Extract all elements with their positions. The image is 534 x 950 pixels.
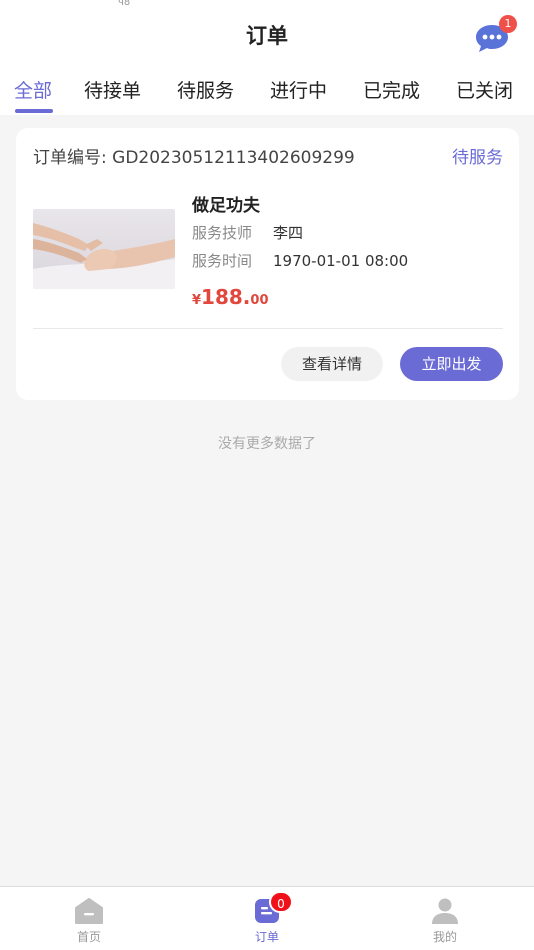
- tab-in-progress[interactable]: 进行中: [270, 72, 327, 112]
- tab-pending-service[interactable]: 待服务: [177, 72, 234, 112]
- user-icon: [432, 898, 458, 924]
- service-thumbnail: [33, 209, 175, 289]
- order-status: 待服务: [452, 148, 503, 168]
- card-divider: [33, 328, 503, 329]
- status-bar-fragment: ч8: [118, 0, 131, 8]
- depart-now-button[interactable]: 立即出发: [400, 347, 503, 381]
- tabbar-item-profile[interactable]: 我的: [415, 887, 475, 950]
- tab-completed[interactable]: 已完成: [363, 72, 420, 112]
- order-number: 订单编号: GD20230512113402609299: [33, 146, 355, 170]
- view-detail-button[interactable]: 查看详情: [281, 347, 383, 381]
- active-tab-indicator: [15, 109, 53, 113]
- technician-label: 服务技师: [192, 224, 253, 242]
- tabbar-label-orders: 订单: [254, 930, 279, 944]
- tabbar-item-home[interactable]: 首页: [59, 887, 119, 950]
- tabbar-label-profile: 我的: [432, 930, 457, 944]
- bottom-tabbar: 首页 0 订单 我的: [0, 886, 534, 950]
- orders-badge: 0: [269, 891, 293, 913]
- tab-closed[interactable]: 已关闭: [456, 72, 513, 112]
- order-number-label: 订单编号:: [33, 148, 107, 168]
- service-name: 做足功夫: [192, 196, 260, 216]
- header: ч8 订单 1 全部 待接单 待服务 进行中 已完成 已关闭: [0, 0, 534, 115]
- service-time-value: 1970-01-01 08:00: [273, 252, 409, 270]
- home-icon: [75, 898, 103, 924]
- order-tabs: 全部 待接单 待服务 进行中 已完成 已关闭: [0, 72, 534, 115]
- price-integer: 188.: [201, 285, 251, 309]
- message-badge: 1: [499, 15, 517, 33]
- order-price: ¥188.00: [192, 282, 269, 316]
- price-decimal: 00: [250, 293, 269, 308]
- list-end-text: 没有更多数据了: [218, 436, 316, 452]
- tabbar-item-orders[interactable]: 0 订单: [237, 887, 297, 950]
- order-card[interactable]: 订单编号: GD20230512113402609299 待服务 做足功夫 服务…: [16, 128, 519, 400]
- service-time-label: 服务时间: [192, 252, 253, 270]
- page-title: 订单: [246, 24, 288, 48]
- technician-name: 李四: [273, 224, 304, 242]
- tab-pending-accept[interactable]: 待接单: [84, 72, 141, 112]
- tabbar-label-home: 首页: [76, 930, 101, 944]
- tab-all[interactable]: 全部: [14, 72, 52, 112]
- order-number-value: GD20230512113402609299: [112, 148, 355, 168]
- price-symbol: ¥: [192, 293, 202, 308]
